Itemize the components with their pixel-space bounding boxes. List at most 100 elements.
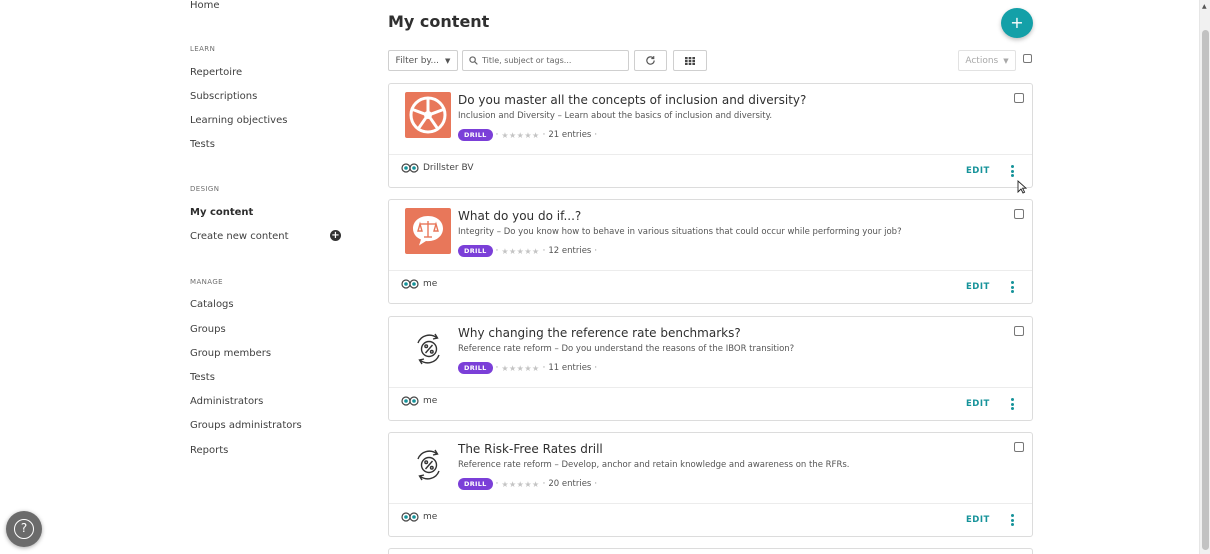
owner-eyes-icon	[401, 279, 419, 289]
entry-count: 12 entries	[548, 246, 592, 256]
sidebar-item-home[interactable]: Home	[190, 0, 220, 11]
help-question-icon: ?	[14, 519, 34, 539]
sidebar-item-my-content[interactable]: My content	[190, 207, 253, 218]
content-card: What do you do if...? Integrity – Do you…	[388, 199, 1033, 304]
separator-dot: ·	[495, 363, 499, 373]
separator-dot: ·	[542, 130, 546, 140]
card-owner: me	[401, 396, 437, 406]
caret-down-icon: ▼	[1003, 56, 1009, 65]
actions-dropdown[interactable]: Actions ▼	[958, 50, 1016, 71]
rating-stars-icon: ★★★★★	[501, 363, 540, 373]
search-field[interactable]	[462, 50, 629, 71]
card-checkbox[interactable]	[1014, 209, 1024, 219]
owner-name: me	[423, 396, 438, 406]
edit-button[interactable]: EDIT	[966, 166, 990, 176]
select-all-checkbox[interactable]	[1023, 54, 1032, 63]
percent-cycle-icon[interactable]	[405, 325, 451, 371]
owner-name: me	[423, 279, 438, 289]
separator-dot: ·	[495, 246, 499, 256]
content-card: Do you master all the concepts of inclus…	[388, 83, 1033, 188]
content-card: Why changing the reference rate benchmar…	[388, 316, 1033, 421]
card-owner: me	[401, 512, 437, 522]
sidebar-heading-design: DESIGN	[190, 185, 220, 193]
entry-count: 20 entries	[548, 479, 592, 489]
scrollbar[interactable]: ▲	[1199, 0, 1210, 554]
page-title: My content	[388, 12, 490, 31]
entry-count: 11 entries	[548, 363, 592, 373]
sidebar-item-create-new-content[interactable]: Create new content	[190, 231, 289, 242]
scales-speech-bubble-icon[interactable]	[405, 208, 451, 254]
separator-dot: ·	[542, 246, 546, 256]
sidebar-item-groups-administrators[interactable]: Groups administrators	[190, 420, 302, 431]
card-subtitle: Inclusion and Diversity – Learn about th…	[458, 111, 773, 121]
sidebar: Home LEARN Repertoire Subscriptions Lear…	[0, 0, 360, 554]
sidebar-item-learning-objectives[interactable]: Learning objectives	[190, 115, 287, 126]
separator-dot: ·	[495, 130, 499, 140]
card-owner: me	[401, 279, 437, 289]
sidebar-item-catalogs[interactable]: Catalogs	[190, 299, 234, 310]
separator-dot: ·	[594, 363, 598, 373]
separator-dot: ·	[542, 479, 546, 489]
drill-badge: DRILL	[458, 129, 493, 141]
more-options-icon[interactable]	[1009, 164, 1015, 178]
card-checkbox[interactable]	[1014, 442, 1024, 452]
card-subtitle: Integrity – Do you know how to behave in…	[458, 227, 902, 237]
content-card: The Risk-Free Rates drill Reference rate…	[388, 432, 1033, 537]
sidebar-item-manage-tests[interactable]: Tests	[190, 372, 215, 383]
create-content-plus-icon[interactable]: +	[330, 230, 341, 241]
rating-stars-icon: ★★★★★	[501, 479, 540, 489]
refresh-button[interactable]	[634, 50, 667, 71]
sidebar-item-tests[interactable]: Tests	[190, 139, 215, 150]
entry-count: 21 entries	[548, 130, 592, 140]
sidebar-item-administrators[interactable]: Administrators	[190, 396, 263, 407]
more-options-icon[interactable]	[1009, 513, 1015, 527]
owner-eyes-icon	[401, 512, 419, 522]
card-subtitle: Reference rate reform – Develop, anchor …	[458, 460, 850, 470]
more-options-icon[interactable]	[1009, 397, 1015, 411]
scroll-thumb[interactable]	[1202, 30, 1209, 550]
inclusion-wheel-icon[interactable]	[405, 92, 451, 138]
card-checkbox[interactable]	[1014, 326, 1024, 336]
actions-label: Actions	[965, 55, 999, 66]
card-divider	[389, 154, 1032, 155]
scroll-up-icon[interactable]: ▲	[1202, 3, 1207, 10]
sidebar-heading-manage: MANAGE	[190, 278, 223, 286]
card-divider	[389, 270, 1032, 271]
filter-dropdown[interactable]: Filter by... ▼	[388, 50, 458, 71]
card-title[interactable]: What do you do if...?	[458, 209, 581, 223]
sidebar-heading-learn: LEARN	[190, 45, 216, 53]
sidebar-item-reports[interactable]: Reports	[190, 445, 228, 456]
mouse-cursor-icon	[1017, 180, 1027, 194]
edit-button[interactable]: EDIT	[966, 282, 990, 292]
card-title[interactable]: The Risk-Free Rates drill	[458, 442, 603, 456]
card-title[interactable]: Do you master all the concepts of inclus…	[458, 93, 806, 107]
search-input[interactable]	[482, 56, 622, 65]
card-title[interactable]: Why changing the reference rate benchmar…	[458, 326, 741, 340]
separator-dot: ·	[594, 246, 598, 256]
sidebar-item-groups[interactable]: Groups	[190, 324, 226, 335]
drill-badge: DRILL	[458, 478, 493, 490]
help-button[interactable]: ?	[6, 511, 42, 547]
content-card-partial	[388, 548, 1033, 554]
separator-dot: ·	[594, 479, 598, 489]
card-divider	[389, 503, 1032, 504]
sidebar-item-group-members[interactable]: Group members	[190, 348, 271, 359]
filter-label: Filter by...	[395, 55, 440, 66]
sidebar-item-repertoire[interactable]: Repertoire	[190, 67, 242, 78]
card-subtitle: Reference rate reform – Do you understan…	[458, 344, 795, 354]
separator-dot: ·	[594, 130, 598, 140]
add-content-button[interactable]: +	[1001, 8, 1033, 38]
percent-cycle-icon[interactable]	[405, 441, 451, 487]
sidebar-item-subscriptions[interactable]: Subscriptions	[190, 91, 257, 102]
edit-button[interactable]: EDIT	[966, 399, 990, 409]
drill-badge: DRILL	[458, 245, 493, 257]
grid-view-button[interactable]	[673, 50, 707, 71]
edit-button[interactable]: EDIT	[966, 515, 990, 525]
more-options-icon[interactable]	[1009, 280, 1015, 294]
rating-stars-icon: ★★★★★	[501, 130, 540, 140]
owner-eyes-icon	[401, 396, 419, 406]
owner-name: me	[423, 512, 438, 522]
card-checkbox[interactable]	[1014, 93, 1024, 103]
caret-down-icon: ▼	[445, 56, 451, 65]
card-meta: DRILL · ★★★★★ · 11 entries ·	[458, 362, 600, 374]
